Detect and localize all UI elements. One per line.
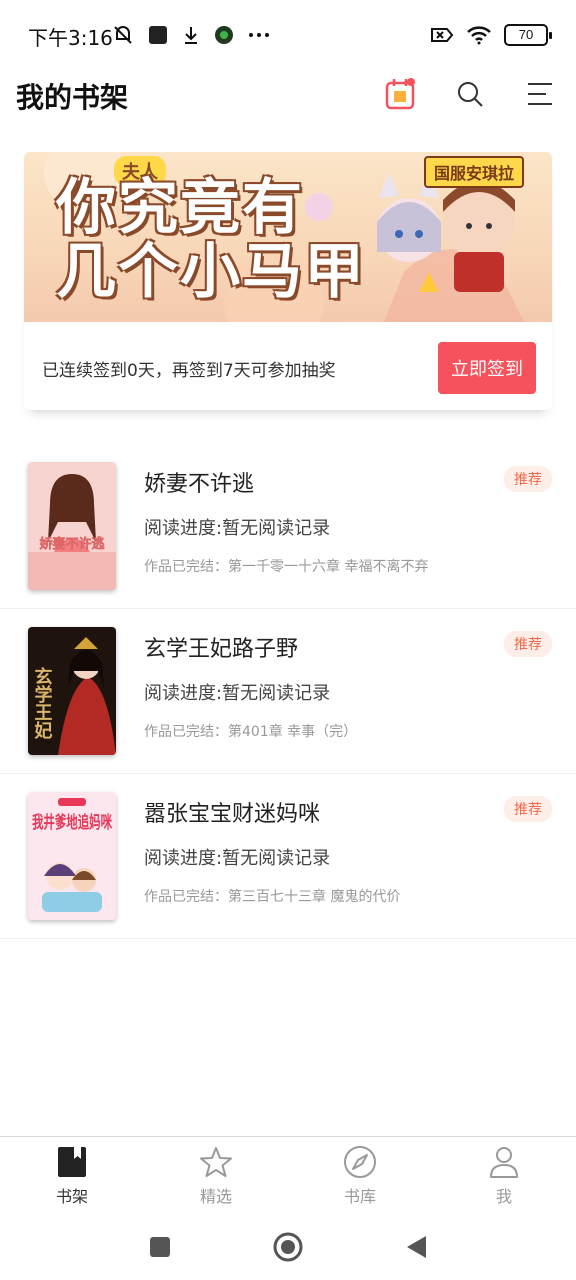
book-progress: 阅读进度:暂无阅读记录 <box>144 518 331 539</box>
banner-headline-line2: 几个小马甲 <box>56 237 366 307</box>
banner-headline-line1: 你究竟有 <box>56 173 304 243</box>
more-dots-icon <box>249 33 269 37</box>
book-title: 嚣张宝宝财迷妈咪 <box>144 802 321 827</box>
signin-row: 已连续签到0天，再签到7天可参加抽奖 立即签到 <box>24 322 552 410</box>
bottom-nav: 书架 精选 书库 我 <box>0 1136 576 1214</box>
banner-headline: 你究竟有 几个小马甲 <box>56 176 366 304</box>
status-notification-icons <box>112 24 270 46</box>
app-header: 我的书架 <box>0 72 576 144</box>
search-icon[interactable] <box>452 76 488 112</box>
promo-banner[interactable]: 夫人 你究竟有 几个小马甲 国服安琪拉 <box>24 152 552 322</box>
status-system-icons: 70 <box>430 24 552 46</box>
book-progress: 阅读进度:暂无阅读记录 <box>144 683 331 704</box>
nav-label: 书库 <box>343 1187 376 1206</box>
nav-label: 精选 <box>199 1187 232 1206</box>
no-sim-icon <box>431 28 454 42</box>
calendar-checkin-icon[interactable] <box>382 76 418 112</box>
compass-icon <box>344 1146 376 1178</box>
book-item[interactable]: 我井爹地追妈咪 嚣张宝宝财迷妈咪 阅读进度:暂无阅读记录 作品已完结：第三百七十… <box>0 774 576 939</box>
recommend-badge: 推荐 <box>504 466 552 492</box>
menu-icon[interactable] <box>522 76 558 112</box>
nav-item-library[interactable]: 书库 <box>288 1137 432 1214</box>
home-button[interactable] <box>272 1231 304 1263</box>
battery-indicator: 70 <box>504 24 552 46</box>
nav-item-featured[interactable]: 精选 <box>144 1137 288 1214</box>
status-bar: 下午3:16 70 <box>0 0 576 72</box>
nav-item-bookshelf[interactable]: 书架 <box>0 1137 144 1214</box>
recommend-badge: 推荐 <box>504 631 552 657</box>
banner-badge: 国服安琪拉 <box>423 156 524 188</box>
status-time: 下午3:16 <box>28 26 113 50</box>
recommend-badge: 推荐 <box>504 796 552 822</box>
bookshelf-icon <box>58 1147 86 1177</box>
book-status: 作品已完结：第401章 幸事（完） <box>144 724 358 740</box>
profile-icon <box>490 1147 518 1178</box>
book-cover[interactable]: 玄学王妃 <box>28 627 116 755</box>
nav-item-me[interactable]: 我 <box>432 1137 576 1214</box>
book-status: 作品已完结：第一千零一十六章 幸福不离不弃 <box>144 559 429 575</box>
cover-title: 娇妻不许逃 <box>39 536 105 552</box>
book-title: 玄学王妃路子野 <box>144 637 299 662</box>
nav-label: 我 <box>495 1187 512 1206</box>
app-logo-icon <box>215 26 233 44</box>
cover-title: 我井爹地追妈咪 <box>32 812 113 833</box>
signin-message: 已连续签到0天，再签到7天可参加抽奖 <box>42 361 336 381</box>
cover-title: 玄学王妃 <box>32 666 53 740</box>
app-square-icon <box>149 26 167 44</box>
mute-bell-icon <box>114 26 132 44</box>
download-icon <box>185 27 197 44</box>
star-icon <box>200 1147 232 1177</box>
nav-label: 书架 <box>55 1187 88 1206</box>
book-title: 娇妻不许逃 <box>144 472 255 497</box>
system-nav-bar <box>0 1214 576 1280</box>
signin-card: 夫人 你究竟有 几个小马甲 国服安琪拉 已连续签到0天，再签到7天可参加抽奖 立… <box>24 152 552 410</box>
book-cover[interactable]: 娇妻不许逃 <box>28 462 116 590</box>
book-item[interactable]: 玄学王妃 玄学王妃路子野 阅读进度:暂无阅读记录 作品已完结：第401章 幸事（… <box>0 609 576 774</box>
back-button[interactable] <box>404 1234 428 1260</box>
book-list: 娇妻不许逃 娇妻不许逃 阅读进度:暂无阅读记录 作品已完结：第一千零一十六章 幸… <box>0 444 576 939</box>
book-cover[interactable]: 我井爹地追妈咪 <box>28 792 116 920</box>
wifi-icon <box>467 26 491 45</box>
page-title: 我的书架 <box>16 81 129 114</box>
book-item[interactable]: 娇妻不许逃 娇妻不许逃 阅读进度:暂无阅读记录 作品已完结：第一千零一十六章 幸… <box>0 444 576 609</box>
book-progress: 阅读进度:暂无阅读记录 <box>144 848 331 869</box>
recent-apps-button[interactable] <box>148 1235 172 1259</box>
signin-button[interactable]: 立即签到 <box>438 342 536 394</box>
book-status: 作品已完结：第三百七十三章 魔鬼的代价 <box>144 889 401 905</box>
